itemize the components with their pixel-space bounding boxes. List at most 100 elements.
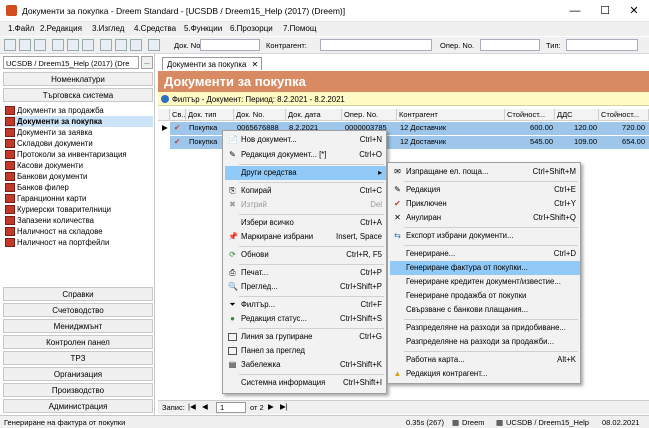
group-payroll[interactable]: ТРЗ [3, 351, 153, 365]
nav-item[interactable]: Наличност на портфейли [5, 237, 109, 248]
filter-icon[interactable] [148, 39, 160, 51]
nav-item[interactable]: Гаранционни карти [5, 193, 86, 204]
filter-icon: ⏷ [229, 300, 236, 309]
first-record-icon[interactable]: |◀ [188, 402, 196, 411]
menu-link-bank-payments[interactable]: Свързване с банкови плащания... [390, 303, 580, 317]
menu-select-all[interactable]: Избери всичко Ctrl+A [225, 216, 386, 230]
menu-mark-cancelled[interactable]: ✕ Анулиран Ctrl+Shift+Q [390, 211, 580, 225]
group-control-panel[interactable]: Контролен панел [3, 335, 153, 349]
nav-item[interactable]: Документи за заявка [5, 127, 92, 138]
menu-windows[interactable]: 6.Прозорци [230, 24, 273, 33]
menu-edit[interactable]: 2.Редакция [40, 24, 82, 33]
current-record-input[interactable]: 1 [216, 402, 246, 413]
menu-delete[interactable]: ✖ Изтрий Del [225, 198, 386, 212]
nav-item[interactable]: Наличност на складове [5, 226, 103, 237]
menu-file[interactable]: 1.Файл [8, 24, 34, 33]
submenu-other-tools: ✉ Изпращане ел. поща... Ctrl+Shift+M ✎ Реда… [387, 162, 581, 384]
group-management[interactable]: Мениджмънт [3, 319, 153, 333]
menu-view[interactable]: 3.Изглед [92, 24, 124, 33]
column-header-status[interactable]: Св... [170, 109, 186, 121]
column-header-vat[interactable]: ДДС [555, 109, 599, 121]
column-header-contractor[interactable]: Контрагент [397, 109, 505, 121]
doc-no-field[interactable] [200, 39, 260, 51]
nav-item[interactable]: Банков филер [5, 182, 69, 193]
column-header-value[interactable]: Стойност... [505, 109, 555, 121]
menu-export-selected[interactable]: ⇆ Експорт избрани документи... [390, 229, 580, 243]
database-browse-button[interactable]: ... [141, 56, 153, 69]
tab-close-icon[interactable]: ✕ [251, 60, 258, 69]
nav-item[interactable]: Протоколи за инвентаризация [5, 149, 127, 160]
group-trade-system[interactable]: Търговска система [3, 88, 153, 102]
nav-item[interactable]: Касови документи [5, 160, 83, 171]
prev-record-icon[interactable]: ◀ [202, 402, 208, 411]
nav-item[interactable]: Складови документи [5, 138, 93, 149]
next-record-icon[interactable]: ▶ [268, 402, 274, 411]
menu-other-tools[interactable]: Други средства ▸ [225, 166, 386, 180]
menu-generate-invoice[interactable]: Генериране фактура от покупки... [390, 261, 580, 275]
menu-help[interactable]: 7.Помощ [283, 24, 316, 33]
paste-icon[interactable] [82, 39, 94, 51]
filter-bar[interactable]: Филтър - Документ: Период: 8.2.2021 - 8.… [158, 92, 649, 106]
minimize-button[interactable]: — [560, 0, 590, 22]
nav-item[interactable]: Банкови документи [5, 171, 87, 182]
group-organization[interactable]: Организация [3, 367, 153, 381]
column-header-oper-no[interactable]: Опер. No. [342, 109, 397, 121]
group-accounting[interactable]: Счетоводство [3, 303, 153, 317]
save-icon[interactable] [34, 39, 46, 51]
preview-icon[interactable] [115, 39, 127, 51]
menu-group-line[interactable]: Линия за групиране Ctrl+G [225, 330, 386, 344]
open-icon[interactable] [19, 39, 31, 51]
menu-refresh[interactable]: ⟳ Обнови Ctrl+R, F5 [225, 248, 386, 262]
menu-generate[interactable]: Генериране... Ctrl+D [390, 247, 580, 261]
menu-filter[interactable]: ⏷ Филтър... Ctrl+F [225, 298, 386, 312]
contractor-field[interactable] [320, 39, 432, 51]
nav-item-selected[interactable]: Документи за покупка [5, 116, 153, 127]
menu-functions[interactable]: 5.Функции [184, 24, 222, 33]
oper-no-field[interactable] [480, 39, 540, 51]
group-administration[interactable]: Администрация [3, 399, 153, 413]
group-reports[interactable]: Справки [3, 287, 153, 301]
menu-allocate-sales-costs[interactable]: Разпределяне на разходи за продажби... [390, 335, 580, 349]
close-button[interactable]: ✕ [619, 0, 649, 22]
nav-item[interactable]: Куриерски товарителници [5, 204, 111, 215]
cut-icon[interactable] [52, 39, 64, 51]
menu-copy[interactable]: ⎘ Копирай Ctrl+C [225, 184, 386, 198]
group-nomenclatures[interactable]: Номенклатури [3, 72, 153, 86]
menu-print[interactable]: ⎙ Печат... Ctrl+P [225, 266, 386, 280]
menu-mark-completed[interactable]: ✔ Приключен Ctrl+Y [390, 197, 580, 211]
group-production[interactable]: Производство [3, 383, 153, 397]
menu-allocate-acquisition-costs[interactable]: Разпределяне на разходи за придобиване..… [390, 321, 580, 335]
menu-system-info[interactable]: Системна информация Ctrl+Shift+I [225, 376, 386, 390]
last-record-icon[interactable]: ▶| [280, 402, 288, 411]
menu-edit-contractor[interactable]: ▲ Редакция контрагент... [390, 367, 580, 381]
menu-note[interactable]: ▤ Забележка Ctrl+Shift+K [225, 358, 386, 372]
tab-purchase-documents[interactable]: Документи за покупка ✕ [162, 57, 262, 70]
menu-send-email[interactable]: ✉ Изпращане ел. поща... Ctrl+Shift+M [390, 165, 580, 179]
nav-item[interactable]: Запазени количества [5, 215, 94, 226]
new-icon[interactable] [4, 39, 16, 51]
navigation-panel: UCSDB / Dreem15_Help (2017) (Dre ... Ном… [0, 54, 155, 415]
menu-mark-selected[interactable]: 📌 Маркиране избрани Insert, Space [225, 230, 386, 244]
menu-preview-panel[interactable]: Панел за преглед [225, 344, 386, 358]
menu-edit-status[interactable]: ● Редакция статус... Ctrl+Shift+S [225, 312, 386, 326]
menu-tools[interactable]: 4.Средства [134, 24, 176, 33]
column-header-doc-no[interactable]: Док. No. [234, 109, 286, 121]
database-select[interactable]: UCSDB / Dreem15_Help (2017) (Dre [3, 56, 139, 69]
column-header-doc-type[interactable]: Док. тип [186, 109, 234, 121]
menu-edit[interactable]: ✎ Редакция Ctrl+E [390, 183, 580, 197]
print-icon[interactable] [100, 39, 112, 51]
menu-work-card[interactable]: Работна карта... Alt+K [390, 353, 580, 367]
column-header-total[interactable]: Стойност... [599, 109, 649, 121]
maximize-button[interactable]: ☐ [590, 0, 620, 22]
type-field[interactable] [566, 39, 638, 51]
menu-new-document[interactable]: 📄 Нов документ... Ctrl+N [225, 133, 386, 147]
copy-icon[interactable] [67, 39, 79, 51]
menu-preview[interactable]: 🔍 Преглед... Ctrl+Shift+P [225, 280, 386, 294]
nav-item[interactable]: Документи за продажба [5, 105, 104, 116]
delete-icon[interactable] [130, 39, 142, 51]
menu-generate-sale[interactable]: Генериране продажба от покупки [390, 289, 580, 303]
column-header-doc-date[interactable]: Док. дата [286, 109, 342, 121]
menu-edit-document[interactable]: ✎ Редакция документ... [*] Ctrl+O [225, 148, 386, 162]
menu-generate-credit-note[interactable]: Генериране кредитен документ/известие... [390, 275, 580, 289]
filter-text: Филтър - Документ: Период: 8.2.2021 - 8.… [172, 95, 345, 104]
